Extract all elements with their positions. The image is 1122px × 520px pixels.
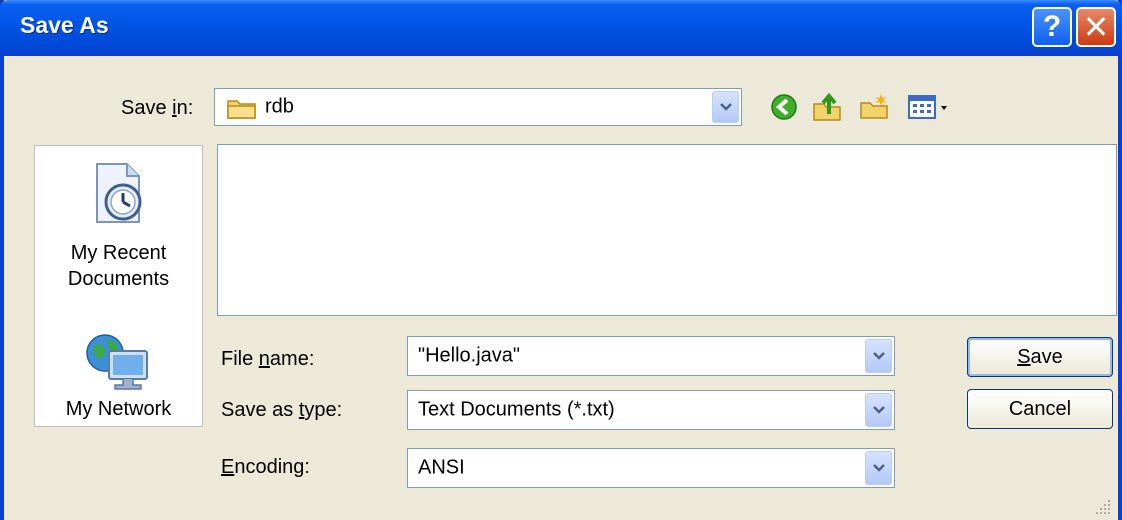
help-button[interactable]: ? [1032, 7, 1072, 47]
save-as-type-select[interactable]: Text Documents (*.txt) [407, 390, 895, 430]
save-in-label: Save in: [121, 97, 194, 119]
encoding-value: ANSI [418, 456, 465, 479]
places-bar: My Recent Documents My Network [34, 145, 203, 427]
place-label: My Network [65, 398, 172, 420]
cancel-button[interactable]: Cancel [967, 389, 1113, 429]
file-name-label: File name: [221, 348, 315, 370]
new-folder-icon[interactable] [859, 92, 889, 122]
save-as-type-label: Save as type: [221, 399, 343, 421]
file-list[interactable] [217, 144, 1117, 316]
save-in-value: rdb [265, 95, 294, 118]
up-folder-icon[interactable] [812, 92, 842, 122]
chevron-down-icon[interactable] [712, 91, 739, 123]
views-menu-icon[interactable] [906, 92, 956, 122]
save-in-select[interactable]: rdb [214, 88, 742, 126]
chevron-down-icon[interactable] [865, 451, 892, 485]
save-as-dialog: Save As ? ✕ Save in: rdb My Recent Docum… [0, 0, 1122, 520]
place-label: My Recent Documents [67, 242, 170, 290]
resize-grip-icon[interactable] [1094, 498, 1112, 516]
save-as-type-value: Text Documents (*.txt) [418, 398, 615, 421]
close-button[interactable]: ✕ [1076, 7, 1116, 47]
place-my-network[interactable]: My Network [35, 326, 202, 426]
recent-documents-icon [96, 163, 142, 223]
file-name-input[interactable]: "Hello.java" [407, 336, 895, 376]
encoding-label: Encoding: [221, 456, 310, 478]
chevron-down-icon[interactable] [865, 339, 892, 373]
folder-icon [227, 100, 256, 119]
title-bar[interactable]: Save As ? ✕ [0, 0, 1122, 56]
place-my-recent-documents[interactable]: My Recent Documents [35, 158, 202, 293]
encoding-select[interactable]: ANSI [407, 448, 895, 488]
chevron-down-icon[interactable] [865, 393, 892, 427]
window-title: Save As [20, 12, 109, 38]
save-button[interactable]: Save [967, 337, 1113, 377]
back-icon[interactable] [769, 92, 799, 122]
file-name-value: "Hello.java" [418, 344, 521, 367]
my-network-icon [86, 334, 148, 390]
